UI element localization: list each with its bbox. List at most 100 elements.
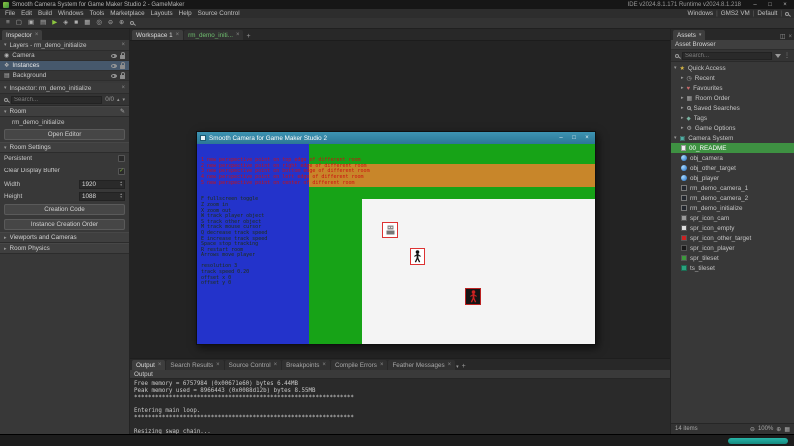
tree-item-game-options[interactable]: Game Options	[671, 123, 794, 133]
tab-assets[interactable]: Assets	[673, 30, 706, 40]
menu-build[interactable]: Build	[35, 10, 55, 17]
room-editor-canvas[interactable]: Smooth Camera for Game Maker Studio 2 1 …	[130, 40, 670, 358]
close-panel-icon[interactable]	[788, 34, 792, 40]
tab-source-control[interactable]: Source Control	[224, 360, 282, 370]
game-maximize-button[interactable]	[569, 135, 579, 141]
target-platform-label[interactable]: Windows	[688, 10, 714, 17]
menu-icon[interactable]: ≡	[6, 19, 10, 27]
close-tab-icon[interactable]	[236, 32, 240, 38]
close-icon[interactable]	[121, 85, 125, 91]
zoom-in-icon[interactable]	[119, 20, 124, 27]
view-mode-icon[interactable]	[784, 426, 790, 433]
tree-item-tags[interactable]: Tags	[671, 113, 794, 123]
close-tab-icon[interactable]	[216, 362, 220, 368]
visibility-eye-icon[interactable]	[111, 73, 117, 78]
chevron-right-icon[interactable]	[681, 115, 684, 121]
lock-icon[interactable]	[120, 61, 125, 69]
zoom-out-icon[interactable]	[750, 426, 755, 433]
chevron-right-icon[interactable]	[681, 75, 684, 81]
new-tab-icon[interactable]	[460, 363, 468, 370]
persistent-checkbox[interactable]	[118, 155, 125, 162]
close-icon[interactable]	[121, 42, 125, 48]
chevron-right-icon[interactable]	[681, 85, 684, 91]
stop-icon[interactable]: ■	[74, 19, 78, 27]
chevron-right-icon[interactable]	[681, 125, 684, 131]
minimize-button[interactable]	[749, 2, 761, 8]
tree-item-spr-icon-cam[interactable]: spr_icon_cam	[671, 213, 794, 223]
menu-file[interactable]: File	[2, 10, 18, 17]
tab-search-results[interactable]: Search Results	[166, 360, 224, 370]
tab-compile-errors[interactable]: Compile Errors	[330, 360, 388, 370]
tree-item-room-order[interactable]: Room Order	[671, 93, 794, 103]
tree-item-rm-demo-initialize[interactable]: rm_demo_initialize	[671, 203, 794, 213]
close-tab-icon[interactable]	[35, 32, 39, 38]
save-icon[interactable]: ▤	[40, 19, 46, 27]
tab-inspector[interactable]: Inspector	[2, 30, 43, 40]
play-icon[interactable]: ▶	[52, 19, 57, 27]
stepper-arrows[interactable]	[120, 181, 122, 187]
clean-icon[interactable]: ▦	[84, 19, 90, 27]
tree-item-spr-icon-other-target[interactable]: spr_icon_other_target	[671, 233, 794, 243]
target-icon[interactable]: ◎	[96, 19, 102, 27]
menu-marketplace[interactable]: Marketplace	[107, 10, 147, 17]
close-tab-icon[interactable]	[322, 362, 326, 368]
close-tab-icon[interactable]	[448, 362, 452, 368]
tree-item-spr-tileset[interactable]: spr_tileset	[671, 253, 794, 263]
tree-item-spr-icon-empty[interactable]: spr_icon_empty	[671, 223, 794, 233]
tree-item-recent[interactable]: Recent	[671, 73, 794, 83]
lock-icon[interactable]	[120, 71, 125, 79]
debug-icon[interactable]: ◈	[63, 19, 68, 27]
tab-workspace-1[interactable]: Workspace 1	[132, 30, 184, 40]
tab-feather-messages[interactable]: Feather Messages	[388, 360, 456, 370]
close-tab-icon[interactable]	[380, 362, 384, 368]
height-stepper[interactable]: 1088	[79, 191, 125, 201]
tree-item-rm-demo-camera-2[interactable]: rm_demo_camera_2	[671, 193, 794, 203]
new-tab-icon[interactable]	[244, 33, 252, 40]
room-settings-header[interactable]: Room Settings	[0, 142, 129, 153]
tree-item-saved-searches[interactable]: Saved Searches	[671, 103, 794, 113]
layer-row-instances[interactable]: ❖ Instances	[0, 61, 129, 71]
game-window-titlebar[interactable]: Smooth Camera for Game Maker Studio 2	[197, 132, 595, 144]
tab-breakpoints[interactable]: Breakpoints	[282, 360, 330, 370]
room-section-header[interactable]: Room	[0, 106, 129, 117]
clear-display-buffer-checkbox[interactable]	[118, 167, 125, 175]
open-project-icon[interactable]: ▣	[28, 19, 34, 27]
tree-item-favourites[interactable]: Favourites	[671, 83, 794, 93]
inspector-target-dropdown[interactable]: Inspector: rm_demo_initialize	[0, 83, 129, 94]
layout-label[interactable]: Default	[757, 10, 777, 17]
close-button[interactable]	[779, 2, 791, 8]
close-tab-icon[interactable]	[274, 362, 278, 368]
tree-group-camera-system[interactable]: Camera System	[671, 133, 794, 143]
menu-windows[interactable]: Windows	[55, 10, 87, 17]
chevron-down-icon[interactable]	[674, 65, 677, 71]
layers-dropdown[interactable]: Layers - rm_demo_initialize	[0, 40, 129, 51]
runtime-label[interactable]: GMS2 VM	[721, 10, 750, 17]
layer-row-background[interactable]: ▤ Background	[0, 71, 129, 81]
tree-item-obj-player[interactable]: obj_player	[671, 173, 794, 183]
toolbar-search-icon[interactable]	[130, 21, 135, 25]
lock-icon[interactable]	[120, 51, 125, 59]
game-window[interactable]: Smooth Camera for Game Maker Studio 2 1 …	[196, 131, 596, 345]
new-project-icon[interactable]: ▢	[16, 19, 22, 27]
close-tab-icon[interactable]	[158, 362, 162, 368]
menu-help[interactable]: Help	[176, 10, 195, 17]
tree-item-rm-demo-camera-1[interactable]: rm_demo_camera_1	[671, 183, 794, 193]
tree-item-obj-other-target[interactable]: obj_other_target	[671, 163, 794, 173]
more-options-icon[interactable]	[784, 52, 790, 59]
creation-code-button[interactable]: Creation Code	[4, 204, 125, 215]
stepper-arrows[interactable]	[120, 193, 122, 199]
chevron-down-icon[interactable]	[674, 135, 677, 141]
dock-icon[interactable]	[780, 33, 786, 40]
chevron-right-icon[interactable]	[681, 95, 684, 101]
filter-icon[interactable]	[775, 53, 781, 58]
game-minimize-button[interactable]	[556, 135, 566, 141]
visibility-eye-icon[interactable]	[111, 63, 117, 68]
tree-item-spr-icon-player[interactable]: spr_icon_player	[671, 243, 794, 253]
search-icon[interactable]	[785, 11, 789, 16]
chevron-down-icon[interactable]	[122, 97, 125, 103]
zoom-in-icon[interactable]	[776, 426, 781, 433]
assets-search-input[interactable]	[682, 51, 772, 60]
zoom-out-icon[interactable]	[108, 20, 113, 27]
tree-item-ts-tileset[interactable]: ts_tileset	[671, 263, 794, 273]
menu-source-control[interactable]: Source Control	[195, 10, 243, 17]
